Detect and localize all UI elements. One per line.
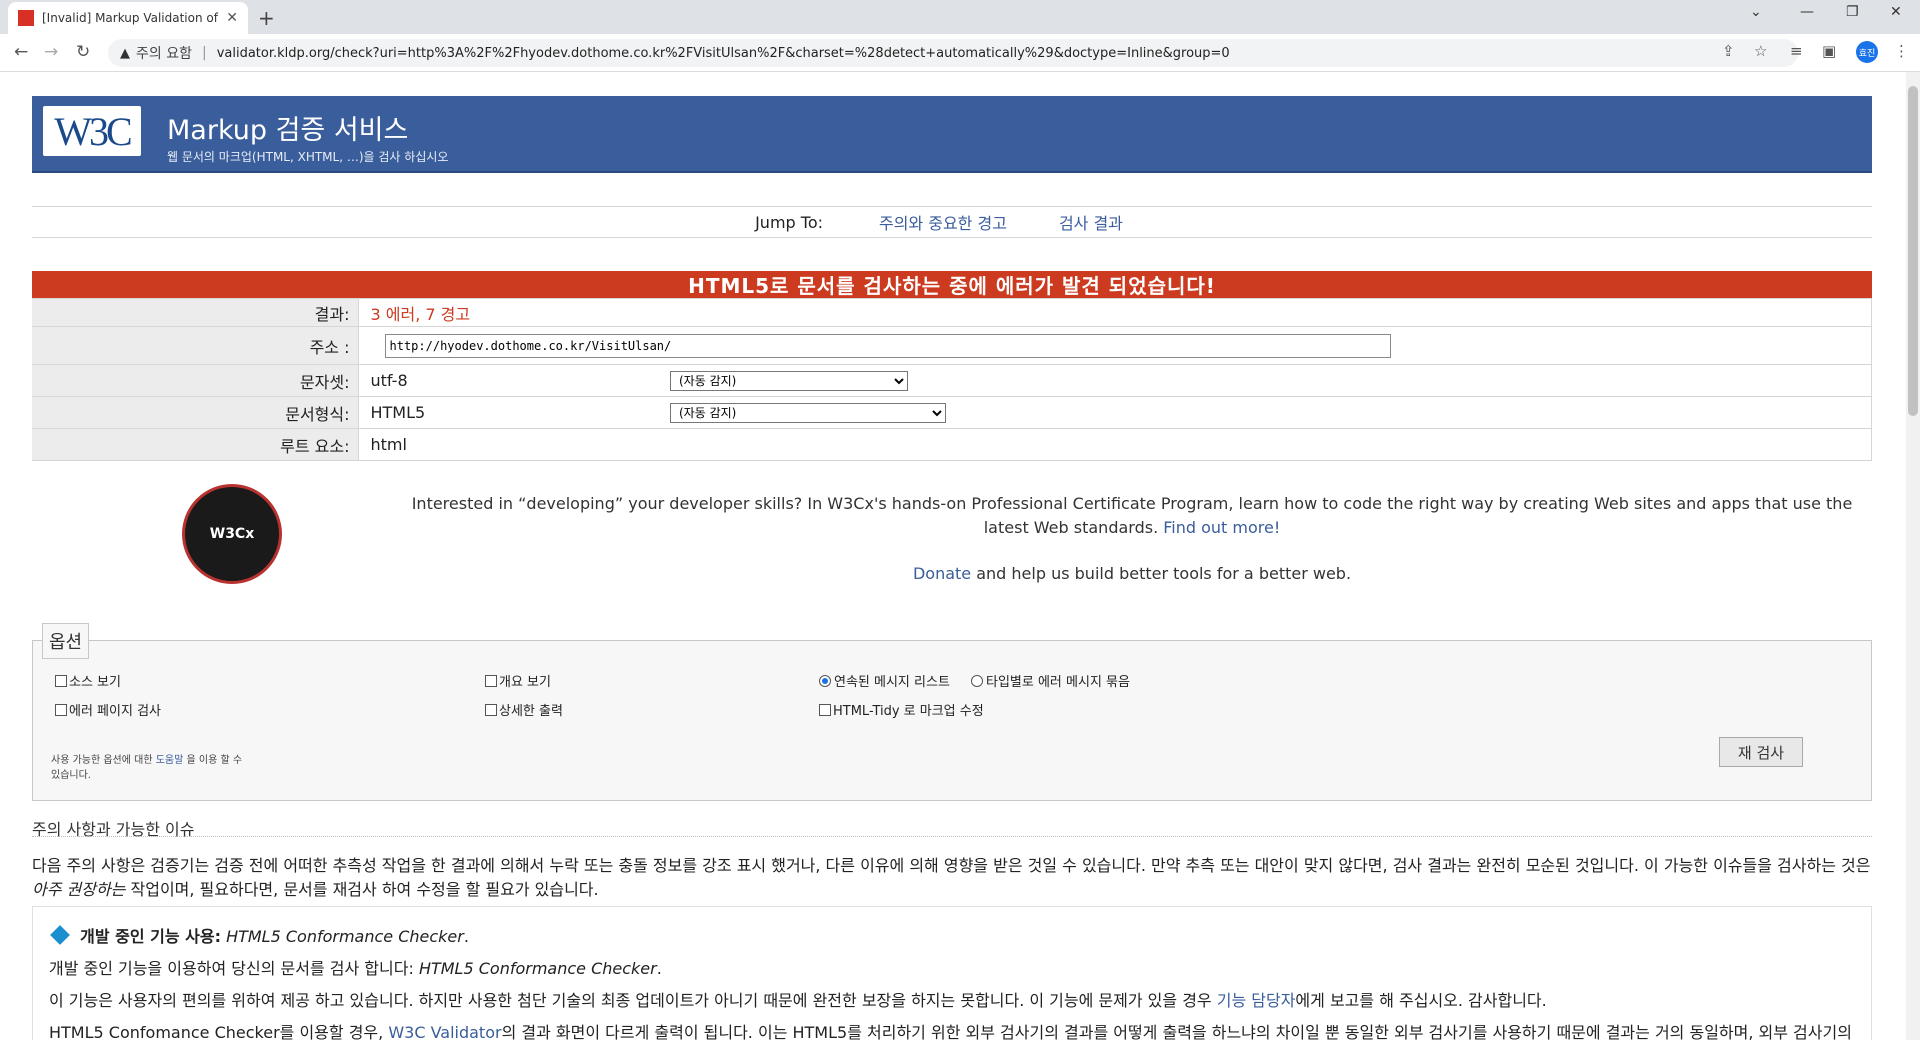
- jump-nav: Jump To: 주의와 중요한 경고 검사 결과: [32, 206, 1872, 238]
- options-legend[interactable]: 옵션: [42, 623, 90, 659]
- grouped-option[interactable]: 타입별로 에러 메시지 묶음: [971, 671, 1130, 690]
- address-bar: ← → ↻ ▲ 주의 요함 | validator.kldp.org/check…: [0, 34, 1920, 72]
- feature-contact-link[interactable]: 기능 담당자: [1217, 991, 1296, 1010]
- feature-line-3: HTML5 Confomance Checker를 이용할 경우, W3C Va…: [49, 1023, 1852, 1040]
- doctype-label: 문서형식:: [32, 396, 358, 429]
- tab-strip: [Invalid] Markup Validation of h ✕ + ⌄ —…: [0, 0, 1920, 34]
- jump-link-notices[interactable]: 주의와 중요한 경고: [879, 210, 1007, 234]
- table-row: 문서형식: HTML5 (자동 감지): [32, 396, 1872, 429]
- tidy-checkbox[interactable]: [819, 703, 831, 716]
- window-close-icon[interactable]: ✕: [1890, 4, 1902, 20]
- side-panel-icon[interactable]: ▣: [1822, 42, 1836, 60]
- jump-label: Jump To:: [755, 212, 823, 232]
- table-row: 루트 요소: html: [32, 428, 1872, 461]
- tab-title: [Invalid] Markup Validation of h: [42, 11, 221, 25]
- reload-icon[interactable]: ↻: [76, 42, 90, 62]
- new-tab-button[interactable]: +: [258, 6, 275, 30]
- promo-text: Interested in “developing” your develope…: [411, 494, 1853, 537]
- donate-text: Donate and help us build better tools fo…: [912, 564, 1352, 583]
- options-help: 사용 가능한 옵션에 대한 도움말 을 이용 할 수 있습니다.: [51, 755, 243, 781]
- favicon-icon: [18, 10, 34, 26]
- warning-icon[interactable]: ▲: [120, 46, 130, 61]
- info-diamond-icon: [50, 925, 70, 945]
- result-table: 결과: 3 에러, 7 경고 주소 : 문자셋: utf-8 (자동 감지) 문…: [32, 298, 1872, 461]
- minimize-icon[interactable]: —: [1800, 4, 1814, 20]
- charset-select[interactable]: (자동 감지): [670, 371, 908, 391]
- address-input[interactable]: [384, 333, 1391, 358]
- tab-search-icon[interactable]: ⌄: [1750, 4, 1762, 20]
- verbose-option[interactable]: 상세한 출력: [485, 700, 563, 719]
- find-out-more-link[interactable]: Find out more!: [1163, 518, 1280, 537]
- show-source-option[interactable]: 소스 보기: [55, 671, 121, 690]
- feature-line-1: 개발 중인 기능을 이용하여 당신의 문서를 검사 합니다: HTML5 Con…: [49, 959, 662, 978]
- verbose-checkbox[interactable]: [485, 703, 497, 716]
- show-source-checkbox[interactable]: [55, 674, 67, 687]
- bookmark-star-icon[interactable]: ☆: [1754, 42, 1767, 60]
- error-pages-checkbox[interactable]: [55, 703, 67, 716]
- outline-checkbox[interactable]: [485, 674, 497, 687]
- tidy-option[interactable]: HTML-Tidy 로 마크업 수정: [819, 700, 984, 719]
- charset-value: utf-8: [357, 364, 658, 397]
- back-icon[interactable]: ←: [14, 42, 28, 62]
- feature-line-2: 이 기능은 사용자의 편의를 위하여 제공 하고 있습니다. 하지만 사용한 첨…: [49, 991, 1547, 1010]
- address-label: 주소 :: [32, 326, 358, 365]
- sequential-option[interactable]: 연속된 메시지 리스트: [819, 671, 950, 690]
- notices-paragraph: 다음 주의 사항은 검증기는 검증 전에 어떠한 추측성 작업을 한 결과에 의…: [32, 856, 1871, 899]
- promo-section: W3Cx Interested in “developing” your dev…: [32, 478, 1872, 588]
- w3c-logo[interactable]: W3C: [43, 106, 141, 156]
- error-banner: HTML5로 문서를 검사하는 중에 에러가 발견 되었습니다!: [32, 271, 1872, 298]
- charset-label: 문자셋:: [32, 364, 358, 397]
- outline-option[interactable]: 개요 보기: [485, 671, 551, 690]
- feature-notice: 개발 중인 기능 사용: HTML5 Conformance Checker. …: [32, 906, 1872, 1040]
- table-row: 주소 :: [32, 326, 1872, 365]
- security-label[interactable]: 주의 요함: [136, 43, 192, 63]
- omnibox-separator: |: [201, 45, 207, 61]
- url-text[interactable]: validator.kldp.org/check?uri=http%3A%2F%…: [217, 46, 1230, 61]
- w3c-validator-link[interactable]: W3C Validator: [388, 1023, 501, 1040]
- sequential-radio[interactable]: [819, 674, 831, 687]
- recheck-button[interactable]: 재 검사: [1719, 737, 1803, 767]
- error-pages-option[interactable]: 에러 페이지 검사: [55, 700, 161, 719]
- omnibox[interactable]: ▲ 주의 요함 | validator.kldp.org/check?uri=h…: [108, 39, 1798, 67]
- restore-icon[interactable]: ❐: [1846, 4, 1859, 20]
- jump-link-results[interactable]: 검사 결과: [1059, 210, 1123, 234]
- feature-title: 개발 중인 기능 사용: HTML5 Conformance Checker.: [49, 923, 469, 947]
- result-value: 3 에러, 7 경고: [370, 304, 471, 324]
- table-row: 문자셋: utf-8 (자동 감지): [32, 364, 1872, 397]
- page-scrollbar-thumb[interactable]: [1908, 86, 1918, 416]
- notices-divider: [32, 836, 1872, 837]
- doctype-value: HTML5: [357, 396, 658, 429]
- options-panel: 옵션 소스 보기 개요 보기 연속된 메시지 리스트 타입별로 에러 메시지 묶…: [32, 623, 1872, 801]
- grouped-radio[interactable]: [971, 674, 983, 687]
- root-label: 루트 요소:: [32, 428, 358, 461]
- page-content: W3C Markup 검증 서비스 웹 문서의 마크업(HTML, XHTML,…: [0, 72, 1906, 1040]
- close-icon[interactable]: ✕: [226, 10, 238, 26]
- profile-avatar[interactable]: 효진: [1856, 41, 1878, 63]
- doctype-select[interactable]: (자동 감지): [670, 403, 946, 423]
- w3cx-badge[interactable]: W3Cx: [182, 484, 282, 584]
- result-label: 결과:: [32, 298, 358, 327]
- help-link[interactable]: 도움말: [156, 755, 184, 766]
- table-row: 결과: 3 에러, 7 경고: [32, 298, 1872, 327]
- validator-banner: W3C Markup 검증 서비스 웹 문서의 마크업(HTML, XHTML,…: [32, 96, 1872, 173]
- root-value: html: [357, 428, 1872, 461]
- page-title: Markup 검증 서비스: [167, 115, 409, 146]
- donate-link[interactable]: Donate: [913, 564, 971, 583]
- menu-kebab-icon[interactable]: ⋮: [1894, 42, 1909, 60]
- reading-list-icon[interactable]: ≡: [1790, 42, 1803, 60]
- share-icon[interactable]: ⇪: [1722, 42, 1735, 60]
- forward-icon[interactable]: →: [44, 42, 58, 62]
- page-subtitle: 웹 문서의 마크업(HTML, XHTML, …)을 검사 하십시오: [167, 150, 449, 164]
- browser-tab[interactable]: [Invalid] Markup Validation of h ✕: [8, 2, 248, 34]
